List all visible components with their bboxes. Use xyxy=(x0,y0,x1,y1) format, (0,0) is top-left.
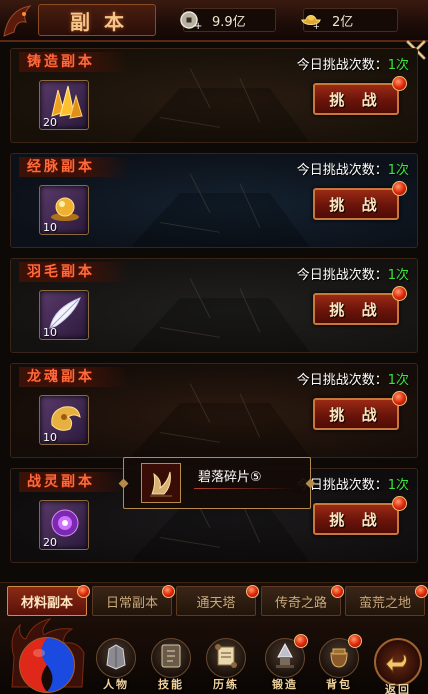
gold-ingot-icon: + xyxy=(300,9,322,31)
tab-label: 材料副本 xyxy=(20,595,73,611)
daily-attempts: 今日挑战次数：1次 xyxy=(297,54,409,73)
reward-item-count: 10 xyxy=(43,326,57,339)
skill-book-icon xyxy=(156,641,186,675)
reward-item-count: 10 xyxy=(43,221,57,234)
reward-item-count: 10 xyxy=(43,431,57,444)
tab-label: 通天塔 xyxy=(196,595,236,611)
nav-anvil[interactable]: 锻造 xyxy=(262,634,308,694)
tab-label: 传奇之路 xyxy=(274,595,327,611)
nav-icon-wrap xyxy=(206,638,246,678)
nav-icon-wrap xyxy=(96,638,136,678)
tab-label: 日常副本 xyxy=(105,595,158,611)
notification-dot xyxy=(392,181,407,196)
silver-resource: + 9.9亿 xyxy=(180,8,276,32)
tab-0[interactable]: 材料副本 xyxy=(7,585,90,616)
top-header: 副本 + 9.9亿 + 2亿 xyxy=(0,0,428,42)
attempts-count: 1次 xyxy=(387,58,409,73)
attempts-count: 1次 xyxy=(387,478,409,493)
reward-item-count: 20 xyxy=(43,116,57,129)
tooltip-item-name: 碧落碎片⑤ xyxy=(198,470,262,485)
reward-item-count: 20 xyxy=(43,536,57,549)
gold-amount: 2亿 xyxy=(332,14,354,30)
tab-3[interactable]: 传奇之路 xyxy=(261,585,344,616)
attempts-label: 今日挑战次数： xyxy=(296,58,388,73)
challenge-button[interactable]: 挑 战 xyxy=(313,293,399,325)
return-ring xyxy=(374,638,422,686)
notification-dot xyxy=(415,585,428,598)
dungeon-name: 经脉副本 xyxy=(19,157,129,177)
armor-icon xyxy=(101,641,131,675)
return-label: 返回 xyxy=(385,683,411,694)
silver-coin-icon: + xyxy=(180,9,202,31)
daily-attempts: 今日挑战次数：1次 xyxy=(297,159,409,178)
nav-skill-book[interactable]: 技能 xyxy=(148,638,194,694)
dragon-ornament-icon xyxy=(3,5,32,37)
tab-4[interactable]: 蛮荒之地 xyxy=(345,585,428,616)
return-button[interactable]: 返回 xyxy=(372,638,424,694)
tab-2[interactable]: 通天塔 xyxy=(176,585,259,616)
dungeon-row: 羽毛副本 10 今日挑战次数：1次挑 战 xyxy=(10,258,418,353)
dungeon-name: 战灵副本 xyxy=(19,472,129,492)
nav-label: 背包 xyxy=(326,678,352,691)
notification-dot xyxy=(77,585,90,598)
page-title: 副本 xyxy=(38,4,156,36)
challenge-button[interactable]: 挑 战 xyxy=(313,398,399,430)
notification-dot xyxy=(348,634,362,648)
nav-label: 技能 xyxy=(158,678,184,691)
silver-amount: 9.9亿 xyxy=(212,14,246,30)
dungeon-row: 经脉副本 10 今日挑战次数：1次挑 战 xyxy=(10,153,418,248)
reward-item-slot[interactable]: 10 xyxy=(39,395,89,445)
nav-label: 历练 xyxy=(213,678,239,691)
nav-armor[interactable]: 人物 xyxy=(93,638,139,694)
reward-item-slot[interactable]: 20 xyxy=(39,80,89,130)
attempts-count: 1次 xyxy=(387,373,409,388)
tooltip-divider xyxy=(194,488,294,489)
nav-bag[interactable]: 背包 xyxy=(316,634,362,694)
notification-dot xyxy=(331,585,344,598)
svg-text:+: + xyxy=(194,21,202,31)
dungeon-name: 铸造副本 xyxy=(19,52,129,72)
notification-dot xyxy=(392,76,407,91)
notification-dot xyxy=(392,286,407,301)
challenge-button[interactable]: 挑 战 xyxy=(313,188,399,220)
notification-dot xyxy=(294,634,308,648)
attempts-label: 今日挑战次数： xyxy=(296,163,388,178)
attempts-label: 今日挑战次数： xyxy=(296,268,388,283)
challenge-button[interactable]: 挑 战 xyxy=(313,503,399,535)
scroll-icon xyxy=(211,641,241,675)
notification-dot xyxy=(392,496,407,511)
daily-attempts: 今日挑战次数：1次 xyxy=(297,369,409,388)
attempts-count: 1次 xyxy=(387,163,409,178)
tab-label: 蛮荒之地 xyxy=(358,595,411,611)
dungeon-row: 龙魂副本 10 今日挑战次数：1次挑 战 xyxy=(10,363,418,458)
notification-dot xyxy=(162,585,175,598)
nav-scroll[interactable]: 历练 xyxy=(203,638,249,694)
dungeon-row: 铸造副本 20 今日挑战次数：1次挑 战 xyxy=(10,48,418,143)
return-arrow-icon xyxy=(385,654,408,674)
notification-dot xyxy=(392,391,407,406)
daily-attempts: 今日挑战次数：1次 xyxy=(297,264,409,283)
dungeon-name: 羽毛副本 xyxy=(19,262,129,282)
svg-text:+: + xyxy=(313,21,320,31)
hp-mp-orb-icon xyxy=(11,618,85,693)
attempts-label: 今日挑战次数： xyxy=(296,373,388,388)
attempts-count: 1次 xyxy=(387,268,409,283)
challenge-button[interactable]: 挑 战 xyxy=(313,83,399,115)
reward-item-slot[interactable]: 10 xyxy=(39,290,89,340)
nav-label: 锻造 xyxy=(272,678,298,691)
fragment-icon xyxy=(141,463,181,503)
nav-icon-wrap xyxy=(151,638,191,678)
reward-item-slot[interactable]: 10 xyxy=(39,185,89,235)
nav-label: 人物 xyxy=(103,678,129,691)
reward-item-slot[interactable]: 20 xyxy=(39,500,89,550)
notification-dot xyxy=(246,585,259,598)
dungeon-name: 龙魂副本 xyxy=(19,367,129,387)
tab-bar: 材料副本 日常副本 通天塔 传奇之路 蛮荒之地 xyxy=(0,582,428,618)
gold-resource: + 2亿 xyxy=(300,8,398,32)
tab-1[interactable]: 日常副本 xyxy=(92,585,175,616)
item-tooltip: 碧落碎片⑤ xyxy=(118,457,316,509)
